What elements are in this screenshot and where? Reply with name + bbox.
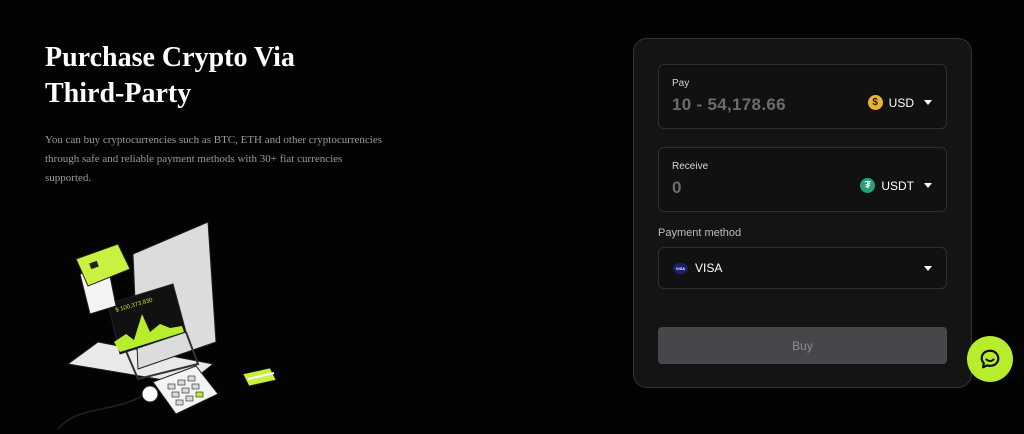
payment-method-select[interactable]: VISA VISA [658, 247, 947, 289]
tether-coin-icon: ₮ [860, 178, 876, 193]
pay-amount-input[interactable]: 10 - 54,178.66 [672, 95, 786, 115]
dollar-coin-icon: $ [867, 95, 883, 110]
payment-method-label: Payment method [658, 227, 742, 239]
chat-bubble-icon [980, 349, 1000, 369]
chevron-down-icon [924, 100, 932, 105]
buy-crypto-panel: Pay 10 - 54,178.66 $ USD Receive 0 ₮ USD… [633, 38, 972, 388]
title-line-1: Purchase Crypto Via [45, 42, 295, 73]
chat-button[interactable] [967, 336, 1013, 382]
buy-button[interactable]: Buy [658, 327, 947, 364]
receive-currency-code: USDT [881, 178, 914, 193]
title-line-2: Third-Party [45, 78, 192, 109]
payment-method-value: VISA [695, 261, 723, 275]
receive-amount: 0 [672, 178, 682, 197]
page-title: Purchase Crypto Via Third-Party [45, 40, 405, 112]
receive-field[interactable]: Receive 0 ₮ USDT [658, 147, 947, 212]
pay-label: Pay [672, 78, 690, 89]
receive-currency-select[interactable]: ₮ USDT [860, 178, 932, 193]
chevron-down-icon [924, 183, 932, 188]
visa-icon: VISA [673, 263, 688, 274]
pay-currency-code: USD [888, 95, 914, 110]
page-description: You can buy cryptocurrencies such as BTC… [45, 134, 383, 184]
crypto-terminal-illustration: $ 100,373.830 [57, 221, 277, 430]
receive-label: Receive [672, 161, 709, 172]
pay-field[interactable]: Pay 10 - 54,178.66 $ USD [658, 64, 947, 129]
chevron-down-icon [924, 266, 932, 271]
pay-currency-select[interactable]: $ USD [867, 95, 932, 110]
